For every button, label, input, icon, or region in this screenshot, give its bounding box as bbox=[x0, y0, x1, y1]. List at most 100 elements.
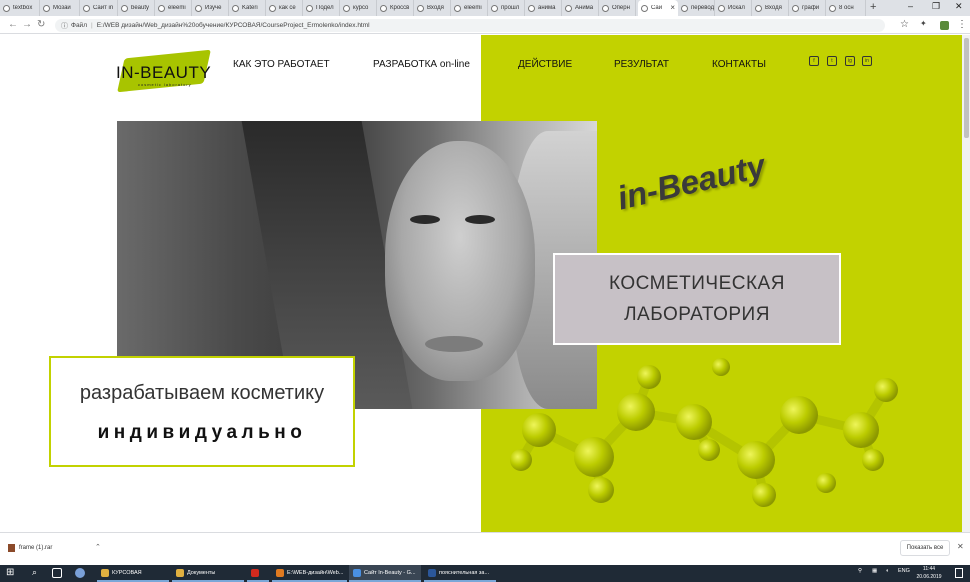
browser-tab[interactable]: как се bbox=[266, 0, 303, 16]
photo-eye-right bbox=[465, 215, 495, 224]
browser-tab[interactable]: 8 осн bbox=[826, 0, 866, 16]
language-indicator[interactable]: ENG bbox=[898, 568, 910, 574]
browser-tab[interactable]: Сайт in bbox=[80, 0, 118, 16]
reload-button[interactable]: ↻ bbox=[37, 19, 45, 30]
taskbar-app[interactable]: E:\WEB-дизайн\Web... bbox=[272, 565, 347, 582]
taskbar-app[interactable] bbox=[247, 565, 269, 582]
nav-link[interactable]: РЕЗУЛЬТАТ bbox=[614, 59, 669, 70]
show-all-downloads-button[interactable]: Показать все bbox=[900, 540, 950, 556]
taskbar-app[interactable]: КУРСОВАЯ bbox=[97, 565, 169, 582]
browser-tab[interactable]: Изуче bbox=[192, 0, 229, 16]
nav-link[interactable]: ДЕЙСТВИЕ bbox=[518, 59, 572, 70]
tagline-box: разрабатываем косметику индивидуально bbox=[49, 356, 355, 467]
browser-tab[interactable]: Входя bbox=[752, 0, 789, 16]
tab-label: Анима bbox=[575, 5, 594, 11]
extension-badge-icon[interactable] bbox=[940, 21, 949, 30]
task-view-icon[interactable] bbox=[52, 568, 62, 578]
browser-tab[interactable]: Мозаи bbox=[40, 0, 80, 16]
maximize-button[interactable]: ❐ bbox=[932, 1, 940, 12]
tab-favicon-icon bbox=[792, 4, 799, 12]
tab-favicon-icon bbox=[755, 4, 762, 12]
app-icon bbox=[176, 568, 184, 577]
tab-label: Подел bbox=[316, 5, 334, 11]
download-item[interactable]: frame (1).rar bbox=[8, 544, 52, 552]
info-icon[interactable]: ⓘ bbox=[61, 21, 68, 31]
tray-people-icon[interactable]: ⚲ bbox=[858, 568, 862, 574]
tab-favicon-icon bbox=[158, 4, 165, 12]
browser-tab[interactable]: Входя bbox=[414, 0, 451, 16]
taskbar-app[interactable]: Сайт In-Beauty - G... bbox=[349, 565, 421, 582]
nav-link[interactable]: РАЗРАБОТКА on-line bbox=[373, 59, 470, 70]
browser-tab[interactable]: Искал bbox=[715, 0, 752, 16]
browser-tab[interactable]: Анима bbox=[562, 0, 599, 16]
new-tab-button[interactable]: + bbox=[870, 1, 876, 13]
tab-favicon-icon bbox=[641, 4, 648, 12]
scrollbar-thumb[interactable] bbox=[964, 38, 969, 138]
browser-tab[interactable]: графи bbox=[789, 0, 826, 16]
twitter-icon[interactable]: t bbox=[827, 56, 837, 66]
tray-volume-icon[interactable]: ◐ bbox=[886, 568, 889, 574]
browser-tab[interactable]: Сай × bbox=[638, 0, 678, 16]
instagram-icon[interactable]: ig bbox=[845, 56, 855, 66]
browser-tab[interactable]: прошл bbox=[488, 0, 525, 16]
browser-tab[interactable]: Оперн bbox=[599, 0, 636, 16]
taskbar-app[interactable]: Документы bbox=[172, 565, 244, 582]
browser-tab[interactable]: перевод bbox=[678, 0, 715, 16]
browser-tab[interactable]: Kateri bbox=[229, 0, 266, 16]
menu-kebab-icon[interactable]: ⋮ bbox=[957, 19, 967, 30]
tab-label: Изуче bbox=[205, 5, 222, 11]
close-tab-icon[interactable]: × bbox=[670, 3, 675, 12]
tab-favicon-icon bbox=[343, 4, 350, 12]
taskbar-app-label: КУРСОВАЯ bbox=[112, 569, 142, 576]
pinned-app-icon[interactable] bbox=[75, 568, 85, 578]
linkedin-icon[interactable]: in bbox=[862, 56, 872, 66]
close-window-button[interactable]: ✕ bbox=[955, 1, 963, 12]
logo-text: IN-BEAUTY bbox=[116, 63, 212, 82]
search-icon[interactable]: ⌕ bbox=[32, 567, 37, 578]
notifications-icon[interactable] bbox=[955, 568, 963, 578]
browser-tab[interactable]: textbox bbox=[0, 0, 40, 16]
tab-favicon-icon bbox=[417, 4, 424, 12]
browser-tab[interactable]: курсо bbox=[340, 0, 377, 16]
tab-label: eleemi bbox=[168, 5, 186, 11]
nav-link[interactable]: КАК ЭТО РАБОТАЕТ bbox=[233, 59, 330, 70]
forward-button[interactable]: → bbox=[22, 19, 32, 30]
browser-tab[interactable]: eleemi bbox=[451, 0, 488, 16]
address-input[interactable]: ⓘ Файл | E:/WEB дизайн/Web_дизайн%20обуч… bbox=[55, 19, 885, 32]
tray-network-icon[interactable]: ▦ bbox=[872, 568, 877, 574]
address-text: E:/WEB дизайн/Web_дизайн%20обучение/КУРС… bbox=[96, 22, 370, 29]
download-options-chevron-icon[interactable]: ⌃ bbox=[95, 543, 101, 551]
tab-label: перевод bbox=[691, 5, 714, 11]
bookmark-star-icon[interactable]: ☆ bbox=[900, 19, 909, 30]
close-download-bar-button[interactable]: ✕ bbox=[957, 542, 964, 551]
facebook-icon[interactable]: f bbox=[809, 56, 819, 66]
web-page: IN-BEAUTY cosmetic laboratory КАК ЭТО РА… bbox=[0, 35, 962, 532]
tab-favicon-icon bbox=[306, 4, 313, 12]
lab-title-box: КОСМЕТИЧЕСКАЯ ЛАБОРАТОРИЯ bbox=[553, 253, 841, 345]
app-icon bbox=[276, 568, 284, 577]
tab-label: beauty bbox=[131, 5, 150, 11]
taskbar-app-label: E:\WEB-дизайн\Web... bbox=[287, 569, 344, 576]
browser-tab[interactable]: beauty bbox=[118, 0, 155, 16]
minimize-button[interactable]: – bbox=[908, 1, 913, 11]
tab-favicon-icon bbox=[121, 4, 128, 12]
system-clock[interactable]: 11:44 20.06.2019 bbox=[914, 565, 944, 581]
tab-label: анима bbox=[538, 5, 556, 11]
browser-tab[interactable]: анима bbox=[525, 0, 562, 16]
extension-icon[interactable]: ✦ bbox=[920, 19, 927, 28]
tab-favicon-icon bbox=[43, 4, 50, 12]
tagline-primary: разрабатываем косметику bbox=[79, 382, 325, 404]
tab-favicon-icon bbox=[195, 4, 202, 12]
site-logo[interactable]: IN-BEAUTY cosmetic laboratory bbox=[114, 49, 214, 93]
browser-tab[interactable]: Кроссв bbox=[377, 0, 414, 16]
browser-tab[interactable]: eleemi bbox=[155, 0, 192, 16]
browser-tab[interactable]: Подел bbox=[303, 0, 340, 16]
tab-label: Сайт in bbox=[93, 5, 114, 11]
windows-start-icon[interactable]: ⊞ bbox=[6, 567, 14, 578]
tab-favicon-icon bbox=[681, 4, 688, 12]
tab-label: Kateri bbox=[242, 5, 258, 11]
back-button[interactable]: ← bbox=[8, 19, 18, 30]
nav-link[interactable]: КОНТАКТЫ bbox=[712, 59, 766, 70]
taskbar-app[interactable]: пояснительная за... bbox=[424, 565, 496, 582]
tab-favicon-icon bbox=[718, 4, 725, 12]
